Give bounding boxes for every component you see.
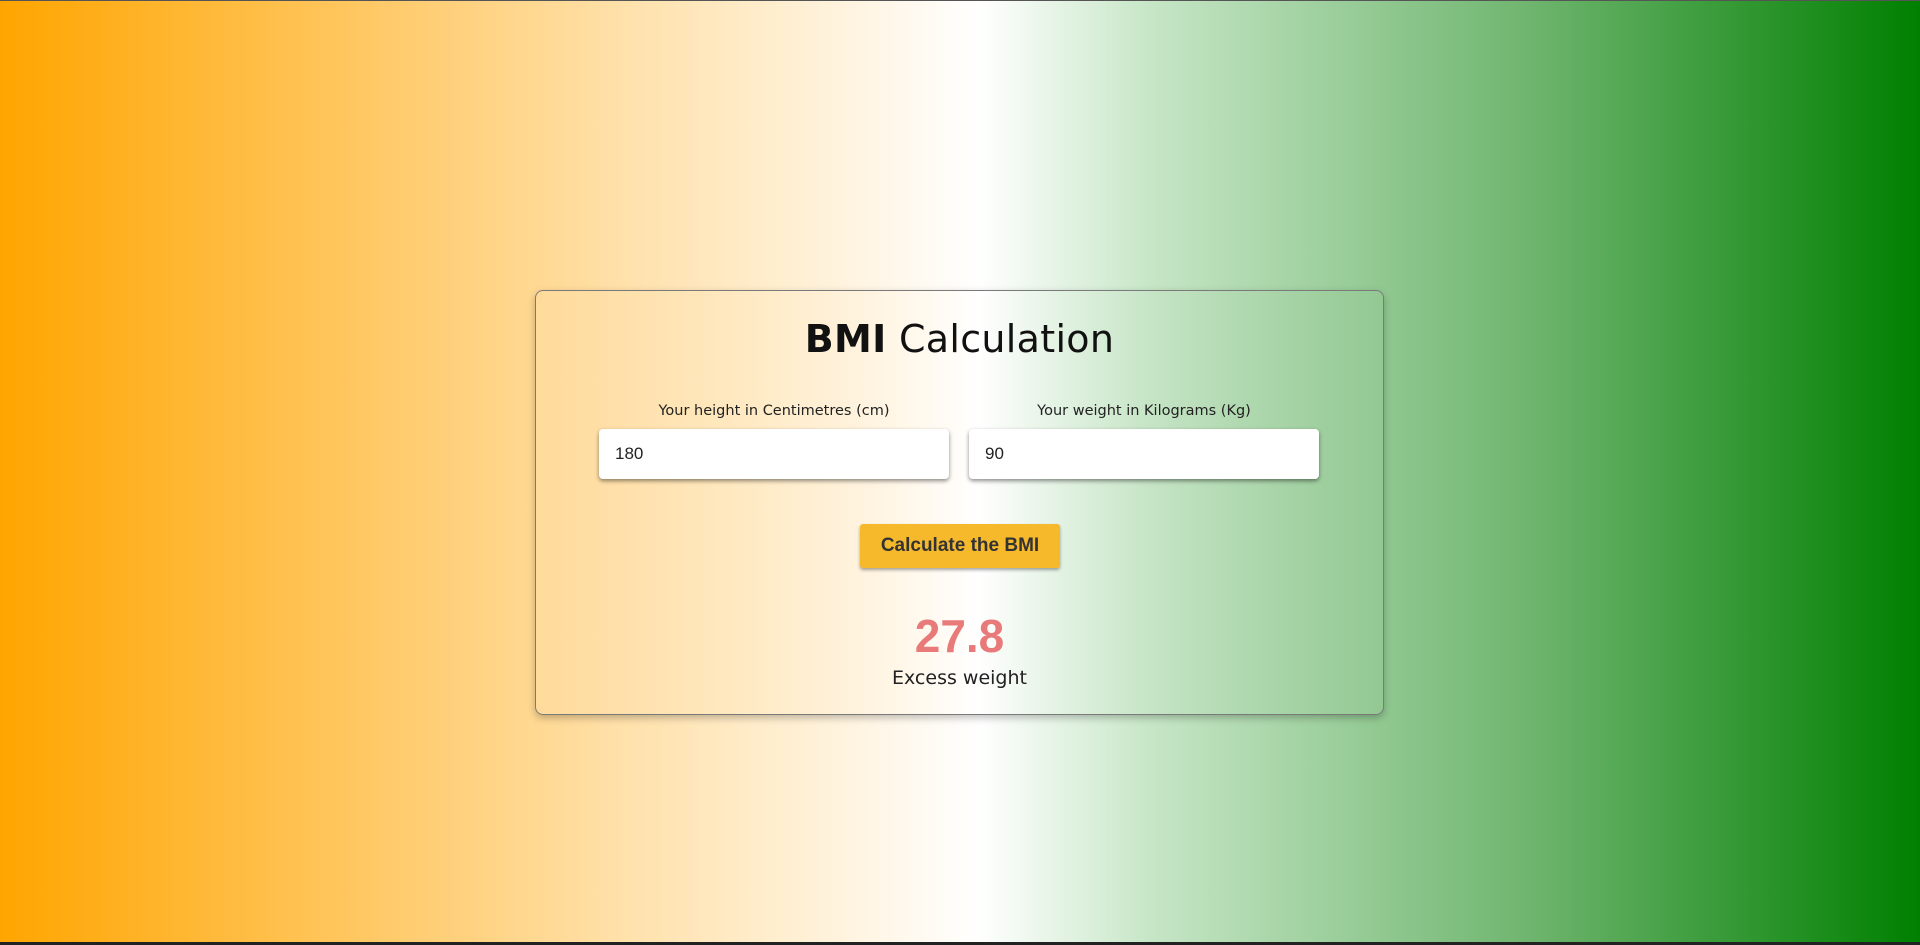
title-bold: BMI	[804, 317, 887, 361]
height-input[interactable]	[599, 429, 949, 479]
bmi-card: BMI Calculation Your height in Centimetr…	[535, 290, 1384, 715]
weight-field-group: Your weight in Kilograms (Kg)	[969, 403, 1319, 479]
bmi-result-value: 27.8	[914, 610, 1005, 662]
page-title: BMI Calculation	[536, 317, 1383, 361]
weight-input[interactable]	[969, 429, 1319, 479]
calculate-bmi-button[interactable]: Calculate the BMI	[860, 524, 1060, 568]
title-light: Calculation	[898, 317, 1115, 361]
height-field-group: Your height in Centimetres (cm)	[599, 403, 949, 479]
height-label: Your height in Centimetres (cm)	[658, 403, 890, 419]
weight-label: Your weight in Kilograms (Kg)	[1037, 403, 1251, 419]
page: { "title": { "bold": "BMI", "light": "Ca…	[0, 0, 1920, 945]
bmi-result-label: Excess weight	[892, 667, 1027, 689]
